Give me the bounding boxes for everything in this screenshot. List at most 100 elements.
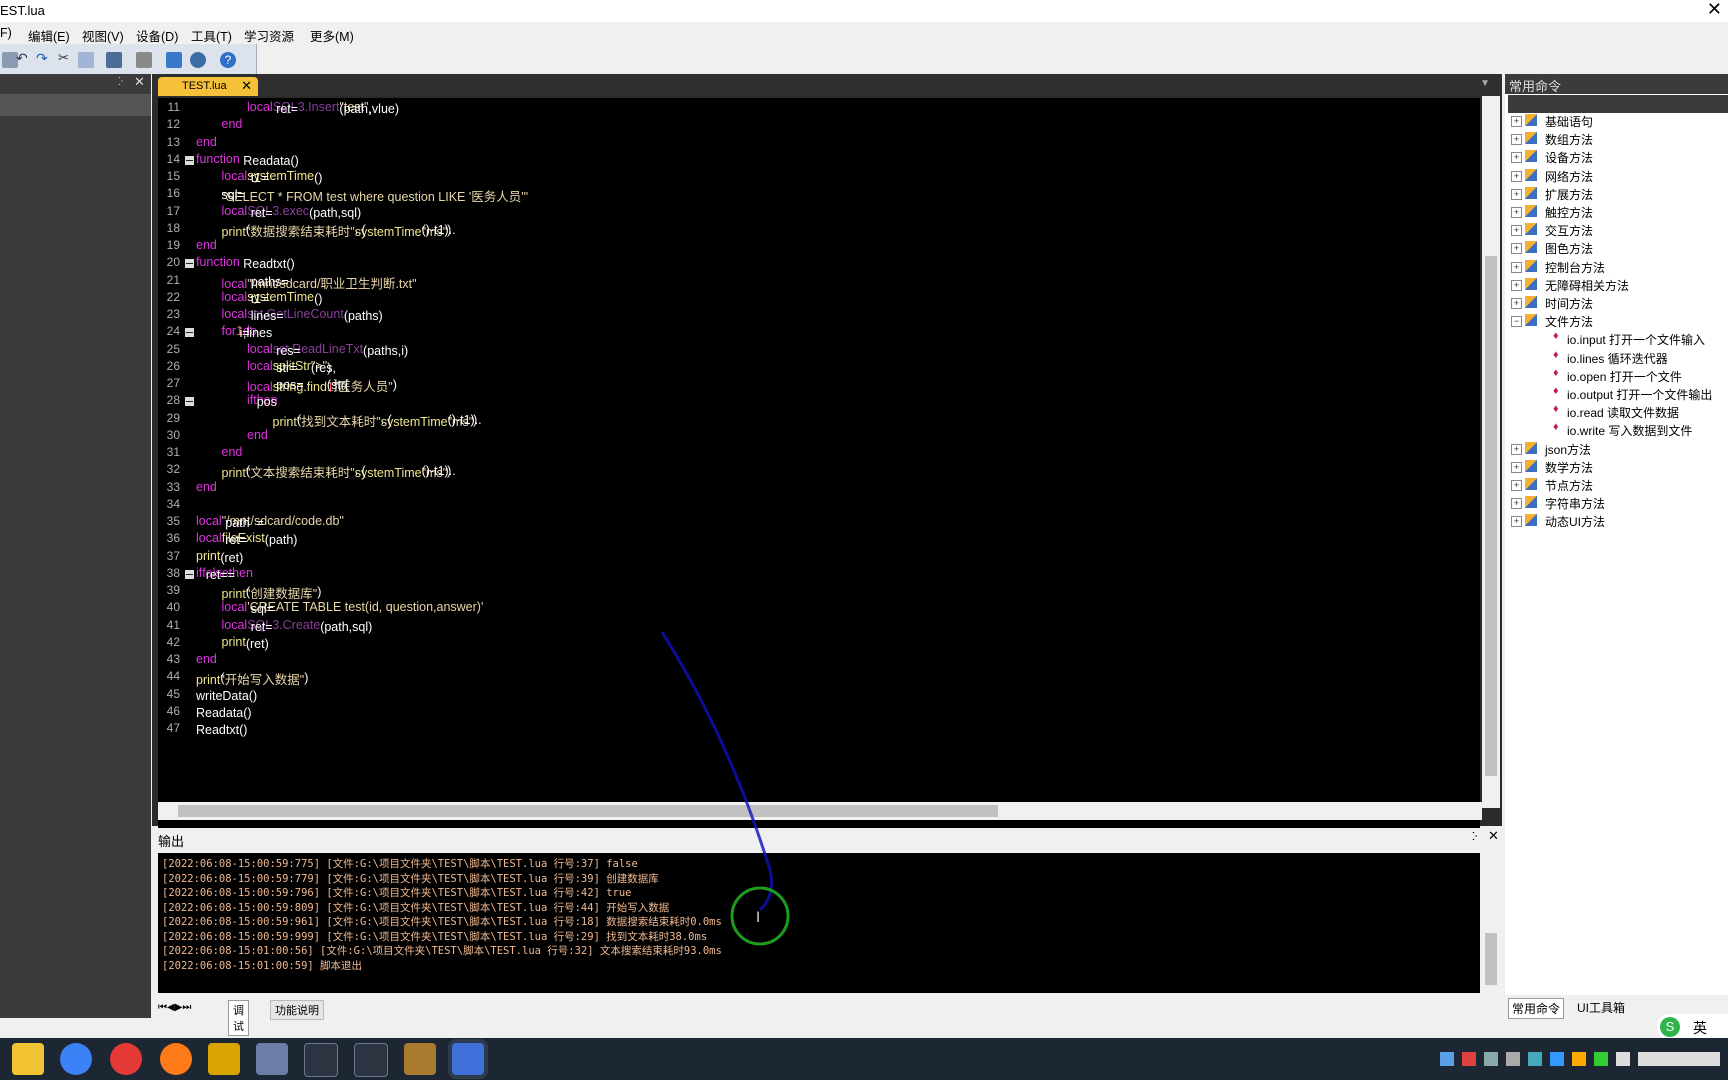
expand-icon[interactable]: + bbox=[1511, 170, 1522, 182]
project-item-selected[interactable] bbox=[0, 94, 151, 116]
device-icon[interactable] bbox=[136, 52, 152, 68]
commands-filter[interactable] bbox=[1508, 95, 1728, 113]
run-icon[interactable] bbox=[106, 52, 122, 68]
file-explorer-icon[interactable] bbox=[12, 1043, 44, 1075]
tab-close-icon[interactable]: ✕ bbox=[241, 78, 252, 94]
tab-ui-toolbox[interactable]: UI工具箱 bbox=[1577, 999, 1625, 1016]
tree-node[interactable]: + 控制台方法 bbox=[1505, 258, 1728, 276]
nox-icon[interactable] bbox=[304, 1043, 338, 1077]
expand-icon[interactable]: + bbox=[1511, 498, 1522, 510]
output-scrollbar[interactable] bbox=[1482, 853, 1500, 993]
app-icon[interactable] bbox=[208, 1043, 240, 1075]
tree-node[interactable]: + 交互方法 bbox=[1505, 221, 1728, 239]
copy-icon[interactable] bbox=[78, 52, 94, 68]
tree-leaf[interactable]: ♦ io.lines 循环迭代器 bbox=[1505, 349, 1728, 367]
commands-panel: 常用命令 + 基础语句 + 数组方法 + 设备方法 + 网络方法 + 扩展方法 + 触控方法 + 交互方法… bbox=[1505, 74, 1728, 1019]
expand-icon[interactable]: + bbox=[1511, 134, 1522, 146]
menu-tools[interactable]: 工具(T) bbox=[191, 26, 232, 45]
scroll-thumb[interactable] bbox=[1485, 933, 1497, 985]
tree-node[interactable]: + json方法 bbox=[1505, 440, 1728, 458]
expand-icon[interactable]: + bbox=[1511, 261, 1522, 273]
editor-horizontal-scrollbar[interactable] bbox=[158, 802, 1482, 820]
tab-common-commands[interactable]: 常用命令 bbox=[1508, 998, 1565, 1019]
tree-node[interactable]: + 扩展方法 bbox=[1505, 185, 1728, 203]
tree-leaf[interactable]: ♦ io.open 打开一个文件 bbox=[1505, 367, 1728, 385]
log-line: [2022:06:08-15:01:00:59] 脚本退出 bbox=[162, 959, 363, 972]
tab-function-notes[interactable]: 功能说明 bbox=[270, 1000, 324, 1020]
tree-node[interactable]: − 文件方法 bbox=[1505, 312, 1728, 330]
tree-node[interactable]: + 基础语句 bbox=[1505, 112, 1728, 130]
panel-close-icon[interactable]: ✕ bbox=[134, 74, 145, 90]
ime-indicator[interactable]: S 英 bbox=[1657, 1014, 1728, 1040]
nox-icon[interactable] bbox=[354, 1043, 388, 1077]
expand-icon[interactable]: + bbox=[1511, 516, 1522, 528]
pin-icon[interactable]: ⴾ bbox=[1472, 830, 1477, 843]
tree-node[interactable]: + 图色方法 bbox=[1505, 239, 1728, 257]
menu-file[interactable]: F) bbox=[0, 26, 12, 40]
menu-learning[interactable]: 学习资源 bbox=[244, 26, 294, 45]
ide-icon[interactable] bbox=[452, 1043, 484, 1075]
fold-toggle-icon[interactable] bbox=[185, 259, 194, 269]
expand-icon[interactable]: + bbox=[1511, 243, 1522, 255]
fold-toggle-icon[interactable] bbox=[185, 328, 194, 338]
note-icon[interactable] bbox=[256, 1043, 288, 1075]
code-token: res= bbox=[272, 343, 301, 358]
expand-icon[interactable]: + bbox=[1511, 443, 1522, 455]
expand-icon[interactable]: + bbox=[1511, 279, 1522, 291]
tree-leaf[interactable]: ♦ io.input 打开一个文件输入 bbox=[1505, 330, 1728, 348]
output-close-icon[interactable]: ✕ bbox=[1488, 828, 1499, 844]
tree-node[interactable]: + 触控方法 bbox=[1505, 203, 1728, 221]
menu-view[interactable]: 视图(V) bbox=[82, 26, 124, 45]
capture-icon[interactable] bbox=[190, 52, 206, 68]
tree-node-label: 无障碍相关方法 bbox=[1545, 278, 1630, 293]
pin-icon[interactable]: ⴾ bbox=[118, 75, 123, 88]
tree-node[interactable]: + 动态UI方法 bbox=[1505, 512, 1728, 530]
editor-vertical-scrollbar[interactable] bbox=[1482, 96, 1500, 808]
tree-leaf[interactable]: ♦ io.output 打开一个文件输出 bbox=[1505, 385, 1728, 403]
undo-icon[interactable]: ↶ bbox=[16, 50, 32, 66]
expand-icon[interactable]: + bbox=[1511, 461, 1522, 473]
scroll-thumb[interactable] bbox=[178, 805, 998, 817]
expand-icon[interactable]: + bbox=[1511, 207, 1522, 218]
expand-icon[interactable]: + bbox=[1511, 116, 1522, 127]
fold-toggle-icon[interactable] bbox=[185, 155, 194, 165]
tab-debug[interactable]: 调试 bbox=[228, 1000, 249, 1036]
collapse-icon[interactable]: − bbox=[1511, 316, 1522, 328]
window-close-button[interactable]: ✕ bbox=[1707, 0, 1722, 20]
fold-toggle-icon[interactable] bbox=[185, 569, 194, 579]
tree-node[interactable]: + 设备方法 bbox=[1505, 148, 1728, 166]
code-editor[interactable]: 11 local ret= SQL3.Insert (path, "test" ,vlue… bbox=[158, 98, 1480, 872]
tree-node[interactable]: + 字符串方法 bbox=[1505, 494, 1728, 512]
tree-leaf[interactable]: ♦ io.read 读取文件数据 bbox=[1505, 403, 1728, 421]
android-icon[interactable] bbox=[166, 52, 182, 68]
chrome-icon[interactable] bbox=[110, 1043, 142, 1075]
tab-dropdown-icon[interactable]: ▼ bbox=[1480, 78, 1490, 89]
firefox-icon[interactable] bbox=[160, 1043, 192, 1075]
expand-icon[interactable]: + bbox=[1511, 480, 1522, 491]
tree-node[interactable]: + 时间方法 bbox=[1505, 294, 1728, 312]
help-icon[interactable]: ? bbox=[220, 52, 236, 68]
scroll-thumb[interactable] bbox=[1485, 256, 1497, 776]
redo-icon[interactable]: ↷ bbox=[36, 50, 52, 66]
expand-icon[interactable]: + bbox=[1511, 298, 1522, 309]
cut-icon[interactable]: ✂ bbox=[58, 50, 74, 66]
menu-edit[interactable]: 编辑(E) bbox=[28, 26, 70, 45]
tab-test-lua[interactable]: TEST.lua ✕ bbox=[158, 77, 258, 96]
tree-node[interactable]: + 网络方法 bbox=[1505, 167, 1728, 185]
tree-leaf[interactable]: ♦ io.write 写入数据到文件 bbox=[1505, 421, 1728, 439]
tree-node[interactable]: + 节点方法 bbox=[1505, 476, 1728, 494]
system-tray-icons[interactable] bbox=[1440, 1052, 1720, 1066]
fold-toggle-icon[interactable] bbox=[185, 397, 194, 407]
browser-360-icon[interactable] bbox=[60, 1043, 92, 1075]
nav-arrows-icon[interactable]: ⏮◀▶⏭ bbox=[158, 1002, 191, 1013]
menu-device[interactable]: 设备(D) bbox=[136, 26, 178, 45]
output-log[interactable]: [2022:06:08-15:00:59:775] [文件:G:\项目文件夹\T… bbox=[158, 853, 1480, 993]
expand-icon[interactable]: + bbox=[1511, 188, 1522, 200]
expand-icon[interactable]: + bbox=[1511, 225, 1522, 237]
expand-icon[interactable]: + bbox=[1511, 152, 1522, 164]
menu-more[interactable]: 更多(M) bbox=[310, 26, 354, 45]
tool-icon[interactable] bbox=[404, 1043, 436, 1075]
tree-node[interactable]: + 无障碍相关方法 bbox=[1505, 276, 1728, 294]
tree-node[interactable]: + 数组方法 bbox=[1505, 130, 1728, 148]
tree-node[interactable]: + 数学方法 bbox=[1505, 458, 1728, 476]
